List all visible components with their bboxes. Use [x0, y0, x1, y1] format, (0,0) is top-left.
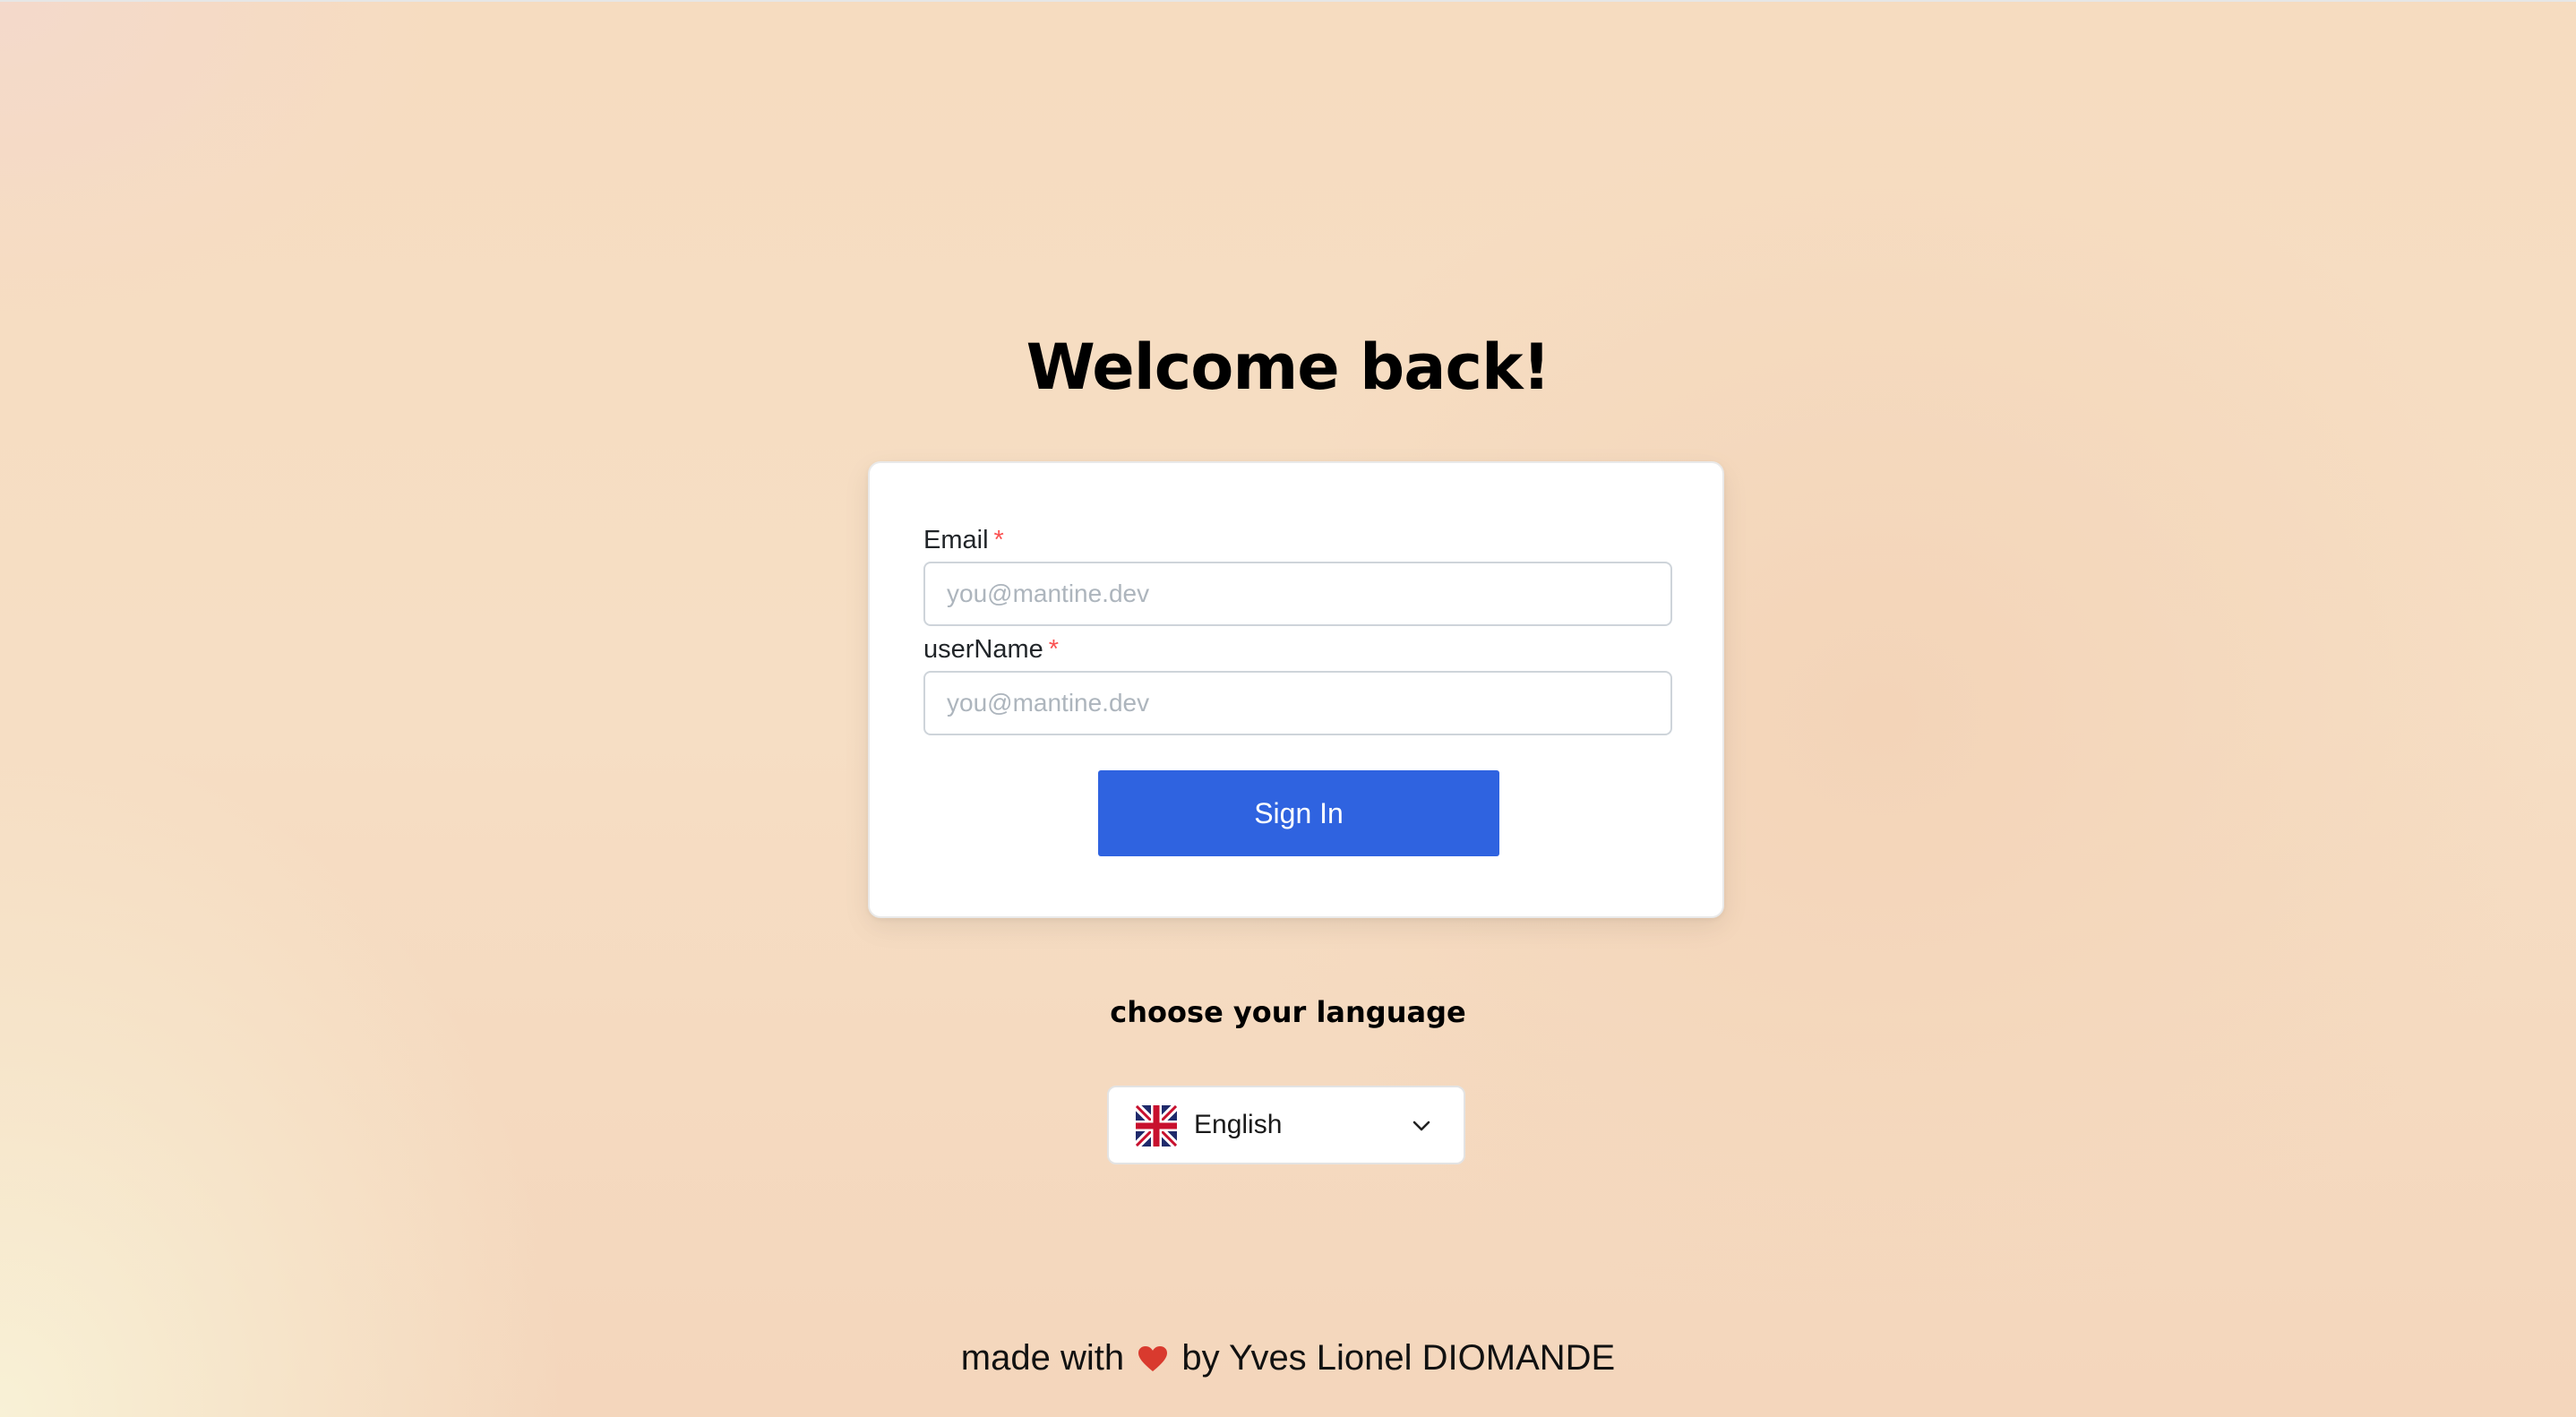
username-label-text: userName [923, 635, 1043, 664]
heart-icon [1138, 1335, 1168, 1371]
email-label-text: Email [923, 526, 989, 554]
language-title: choose your language [1110, 995, 1466, 1029]
language-select[interactable]: English [1107, 1086, 1465, 1164]
email-input[interactable] [923, 562, 1672, 626]
required-mark: * [993, 526, 1004, 554]
username-input[interactable] [923, 671, 1672, 735]
footer-prefix: made with [960, 1338, 1125, 1378]
chevron-down-icon [1410, 1114, 1433, 1138]
email-label: Email * [923, 524, 1004, 556]
footer-suffix: by Yves Lionel DIOMANDE [1181, 1338, 1616, 1378]
footer-credit: made with by Yves Lionel DIOMANDE [0, 1333, 2576, 1383]
sign-in-button[interactable]: Sign In [1098, 770, 1499, 856]
uk-flag-icon [1136, 1105, 1177, 1146]
language-selected-label: English [1194, 1110, 1283, 1139]
username-label: userName * [923, 633, 1059, 666]
top-divider [0, 0, 2576, 2]
required-mark: * [1048, 635, 1060, 664]
login-card: Email* userName* Sign In [868, 461, 1724, 918]
page-title: Welcome back! [1026, 331, 1551, 404]
